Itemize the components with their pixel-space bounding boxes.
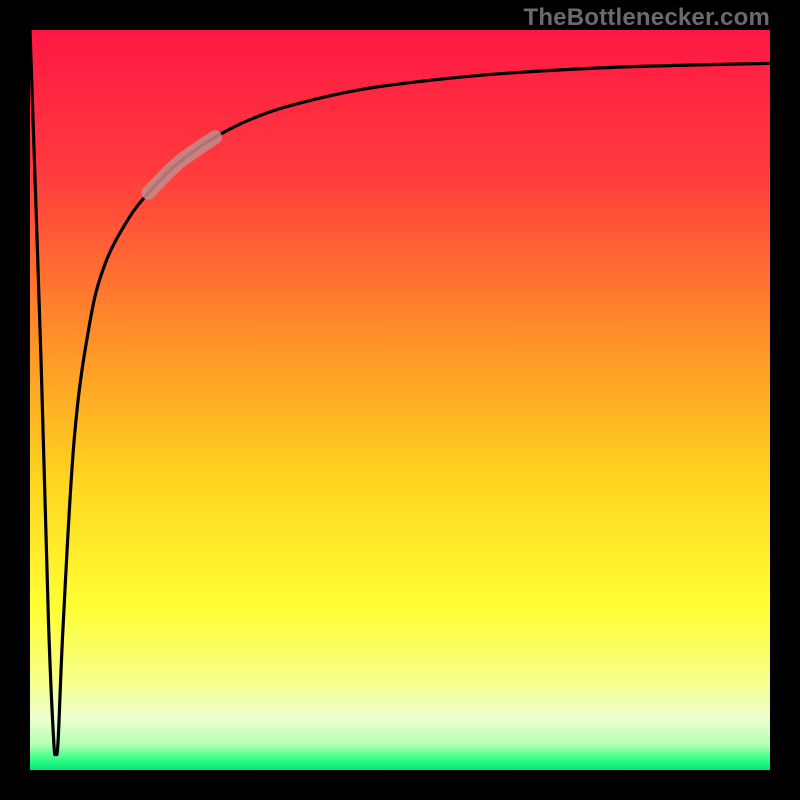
watermark-text: TheBottlenecker.com [523, 4, 770, 32]
gradient-background [30, 30, 770, 770]
plot-area [30, 30, 770, 770]
chart-frame: TheBottlenecker.com [0, 0, 800, 800]
bottleneck-chart [30, 30, 770, 770]
